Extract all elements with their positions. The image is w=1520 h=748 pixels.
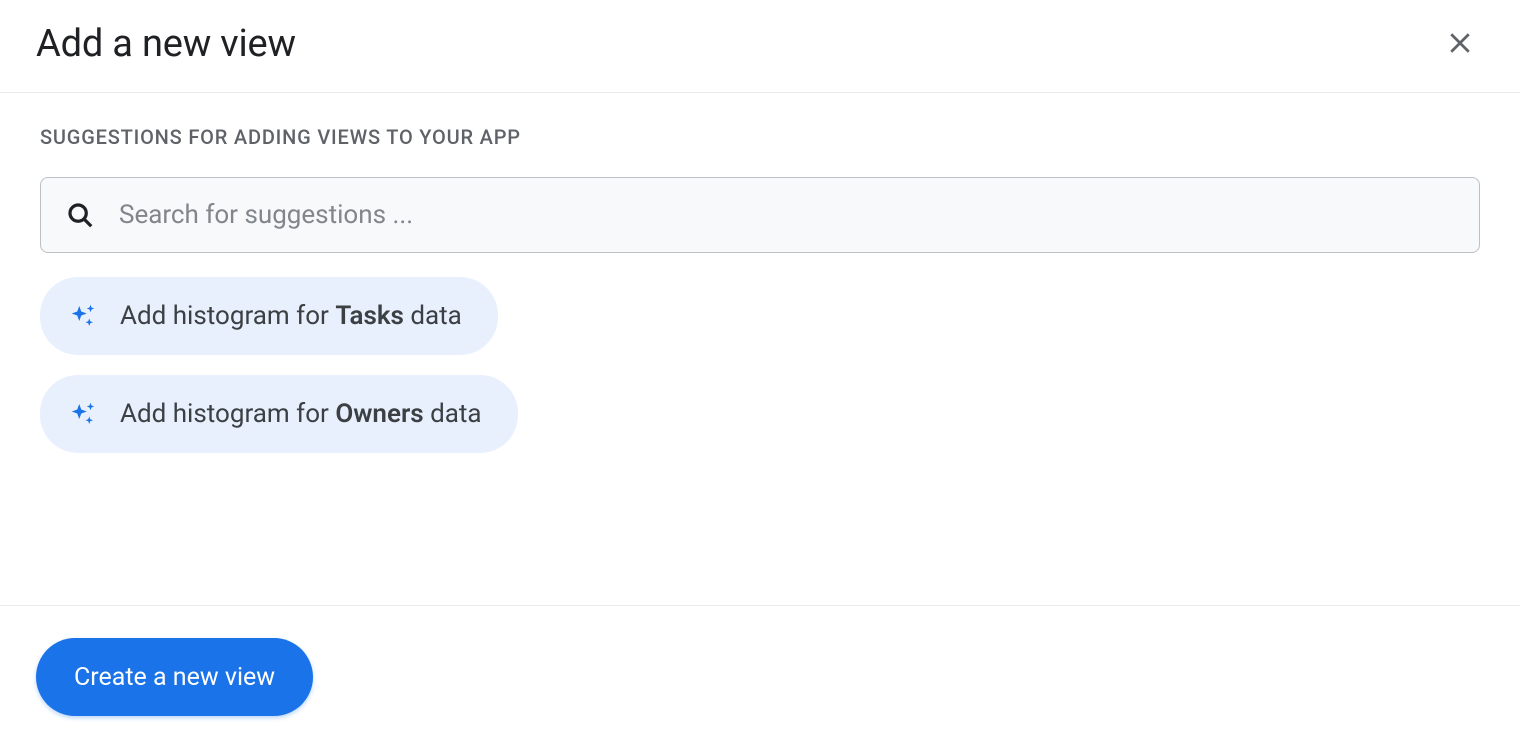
- dialog-footer: Create a new view: [0, 605, 1520, 748]
- search-wrapper[interactable]: [40, 177, 1480, 253]
- close-icon: [1445, 28, 1475, 61]
- create-new-view-button[interactable]: Create a new view: [36, 638, 313, 716]
- close-button[interactable]: [1440, 24, 1480, 64]
- section-heading: Suggestions for adding views to your app: [40, 125, 1480, 149]
- suggestions-list: Add histogram for Tasks data Add histogr…: [40, 277, 1480, 473]
- sparkle-icon: [68, 301, 98, 331]
- suggestion-add-histogram-tasks[interactable]: Add histogram for Tasks data: [40, 277, 498, 355]
- suggestion-label: Add histogram for Tasks data: [120, 301, 462, 331]
- suggestion-label: Add histogram for Owners data: [120, 399, 482, 429]
- dialog-title: Add a new view: [36, 22, 296, 66]
- search-icon: [65, 200, 95, 230]
- search-input[interactable]: [119, 200, 1455, 230]
- sparkle-icon: [68, 399, 98, 429]
- suggestion-add-histogram-owners[interactable]: Add histogram for Owners data: [40, 375, 518, 453]
- dialog-body: Suggestions for adding views to your app…: [0, 93, 1520, 473]
- dialog-header: Add a new view: [0, 0, 1520, 93]
